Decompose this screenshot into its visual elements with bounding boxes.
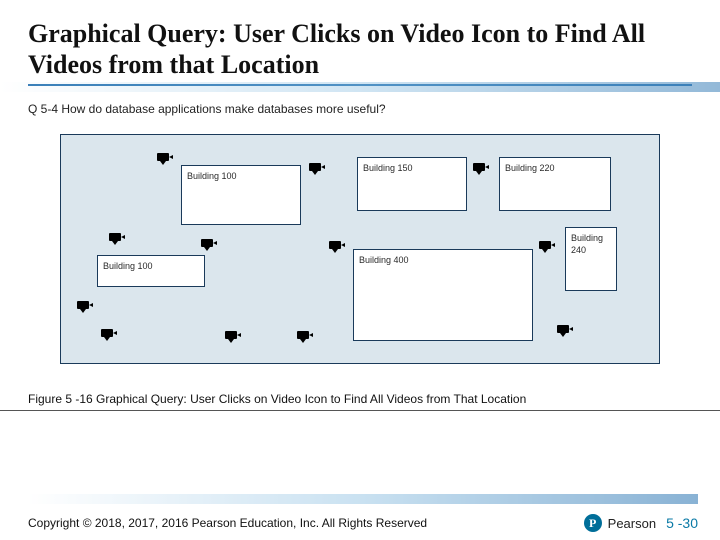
video-camera-icon[interactable] [539, 239, 559, 251]
slide-title: Graphical Query: User Clicks on Video Ic… [28, 18, 692, 86]
video-camera-icon[interactable] [77, 299, 97, 311]
video-camera-icon[interactable] [309, 161, 329, 173]
video-camera-icon[interactable] [473, 161, 493, 173]
building-100a-label: Building 100 [187, 171, 237, 181]
title-underline-gradient [0, 82, 720, 92]
copyright-text: Copyright © 2018, 2017, 2016 Pearson Edu… [28, 516, 427, 530]
building-150-label: Building 150 [363, 163, 413, 173]
footer: Copyright © 2018, 2017, 2016 Pearson Edu… [0, 494, 720, 540]
pearson-brand: P Pearson [584, 514, 656, 532]
video-camera-icon[interactable] [557, 323, 577, 335]
pearson-logo-icon: P [584, 514, 602, 532]
figure-area: Building 100 Building 150 Building 220 B… [60, 134, 660, 364]
video-camera-icon[interactable] [297, 329, 317, 341]
building-100b [97, 255, 205, 287]
building-240-label-1: Building [571, 233, 603, 243]
page-number: 5 -30 [666, 515, 698, 531]
figure-caption: Figure 5 -16 Graphical Query: User Click… [0, 364, 720, 411]
sub-question: Q 5-4 How do database applications make … [0, 92, 720, 116]
video-camera-icon[interactable] [225, 329, 245, 341]
building-400-label: Building 400 [359, 255, 409, 265]
video-camera-icon[interactable] [201, 237, 221, 249]
video-camera-icon[interactable] [109, 231, 129, 243]
building-100b-label: Building 100 [103, 261, 153, 271]
video-camera-icon[interactable] [157, 151, 177, 163]
building-240-label-2: 240 [571, 245, 586, 255]
video-camera-icon[interactable] [329, 239, 349, 251]
building-220-label: Building 220 [505, 163, 555, 173]
video-camera-icon[interactable] [101, 327, 121, 339]
pearson-label: Pearson [608, 516, 656, 531]
